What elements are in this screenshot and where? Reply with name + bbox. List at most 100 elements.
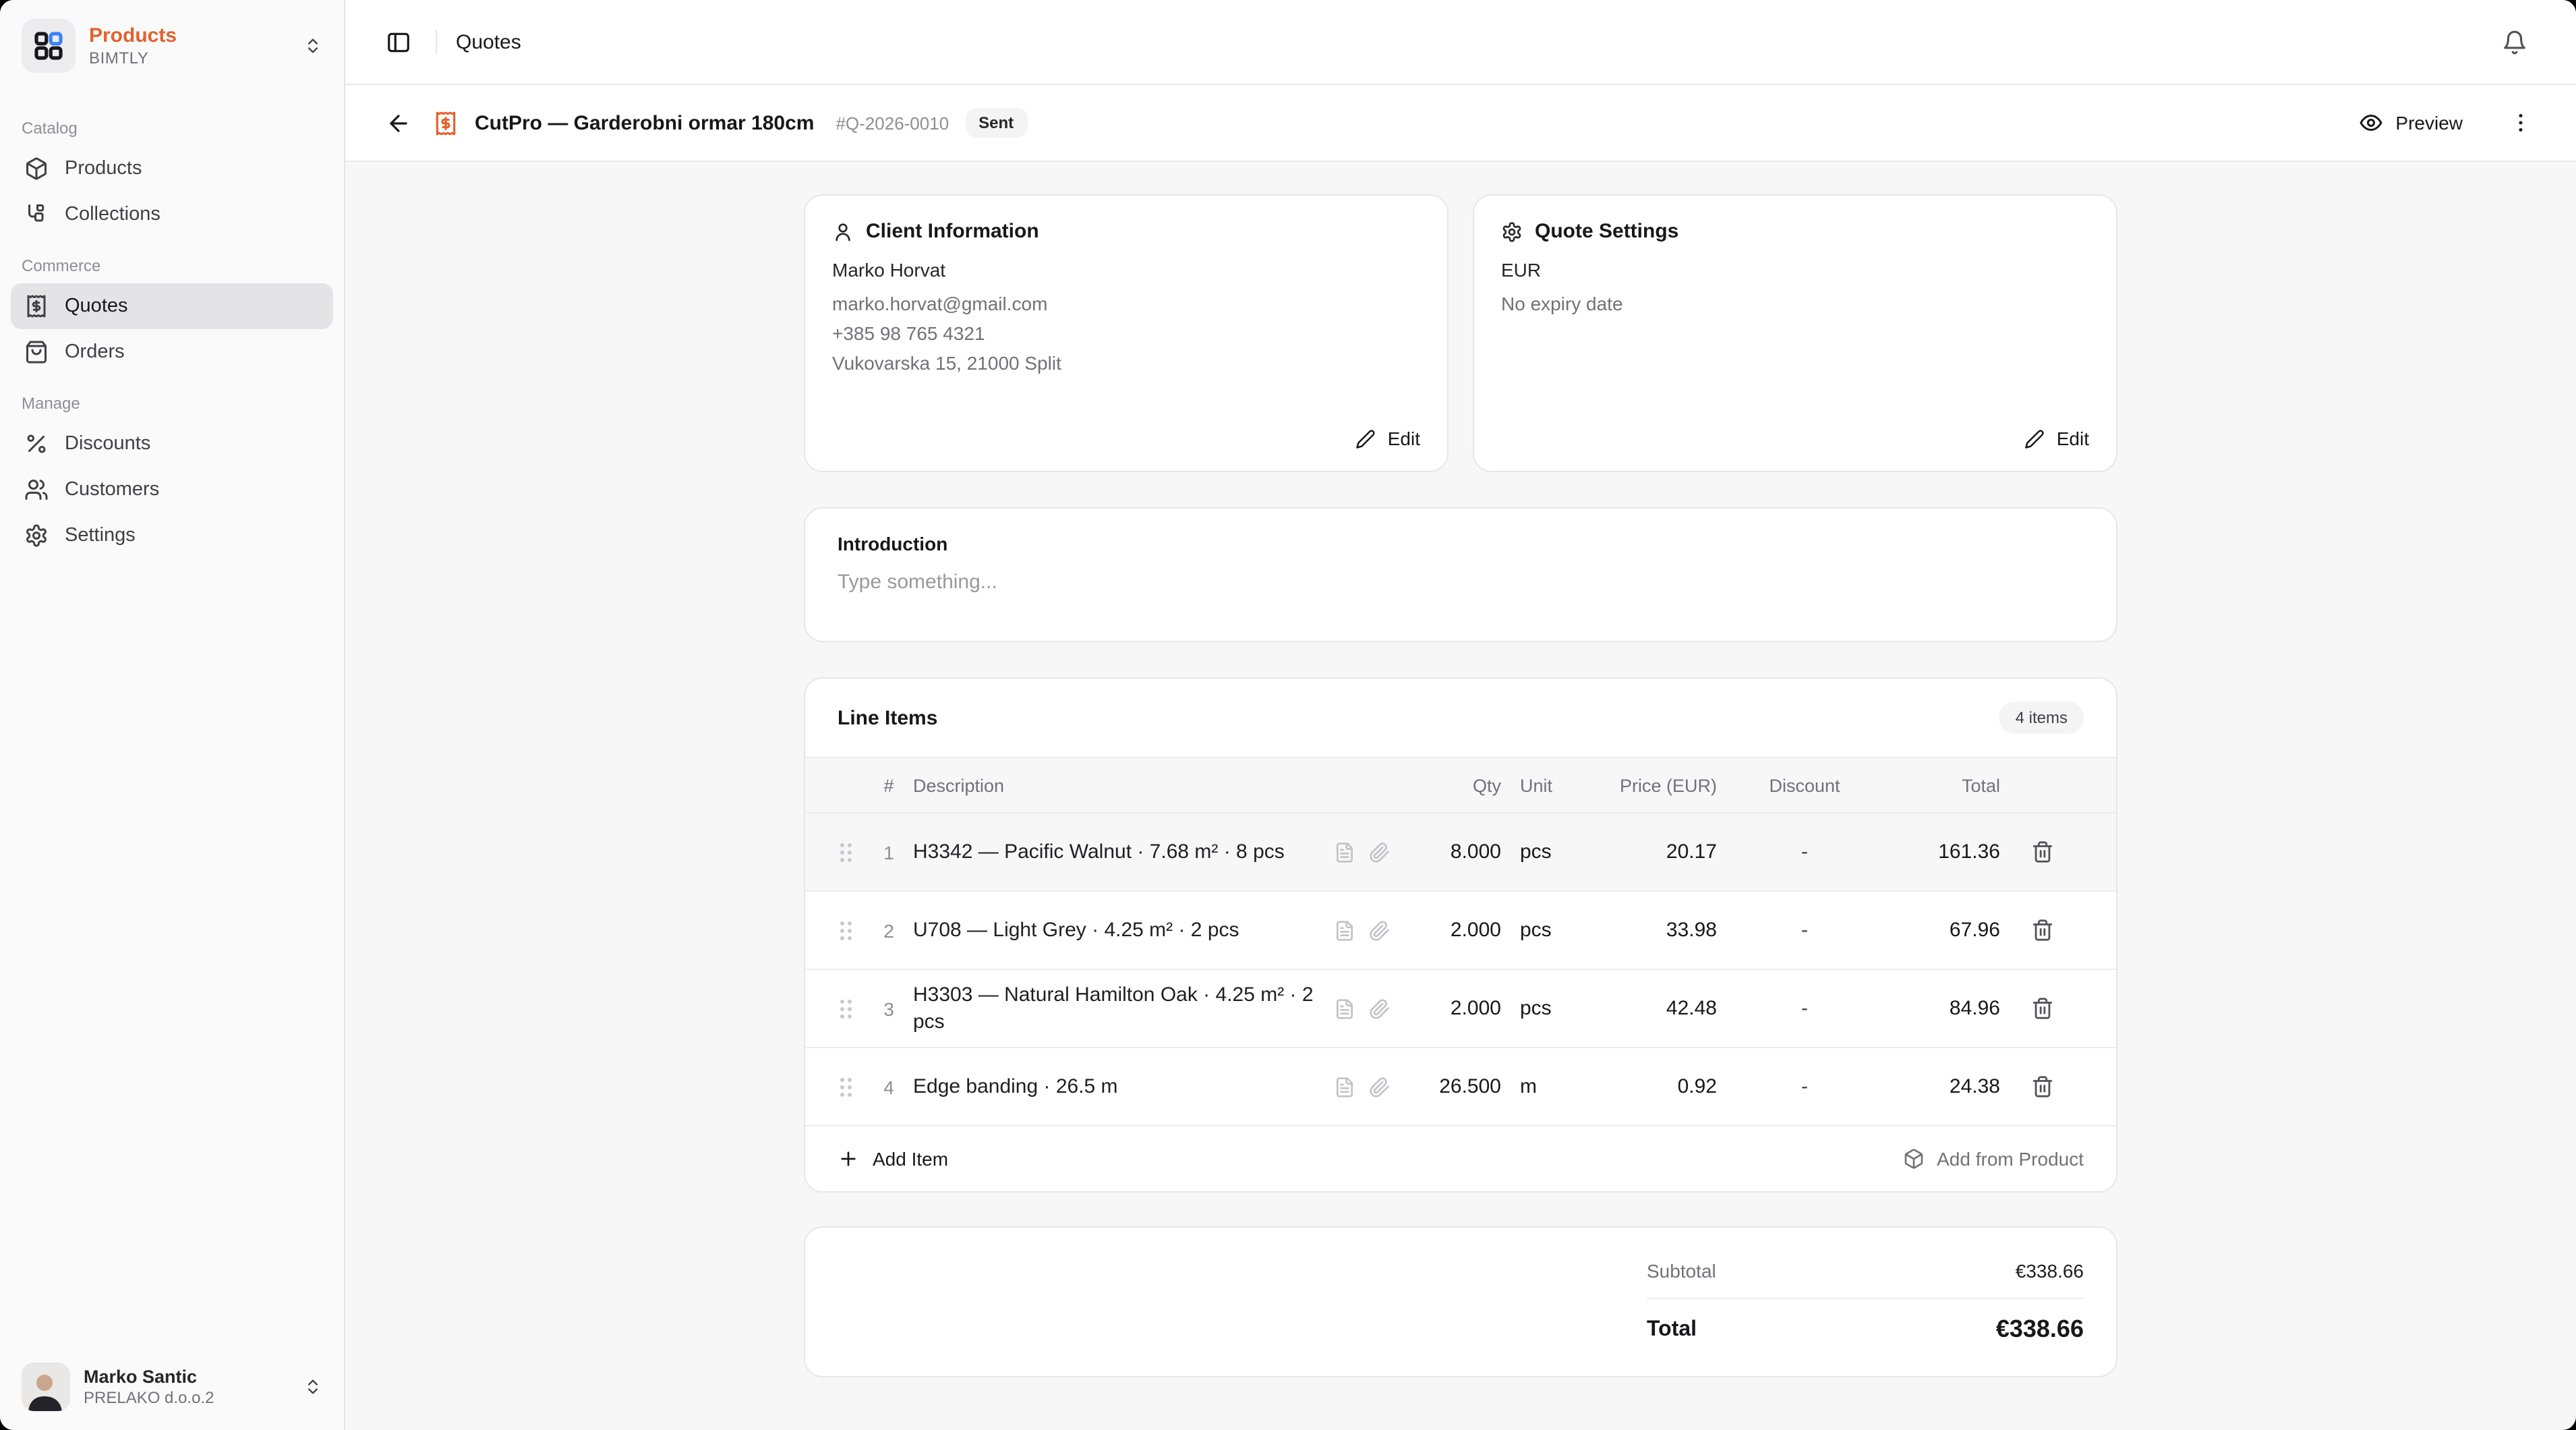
nav-section-label: Commerce	[11, 237, 333, 283]
topbar: Quotes	[345, 0, 2576, 85]
sidebar-item-products[interactable]: Products	[11, 146, 333, 192]
bell-icon[interactable]	[2496, 24, 2533, 60]
quote-number: #Q-2026-0010	[836, 113, 949, 133]
row-unit[interactable]: pcs	[1501, 840, 1582, 863]
row-description[interactable]: H3303 — Natural Hamilton Oak · 4.25 m² ·…	[913, 981, 1334, 1035]
totals-card: Subtotal €338.66 Total €338.66	[804, 1226, 2117, 1377]
drag-handle-icon[interactable]	[838, 840, 865, 864]
col-description: Description	[913, 775, 1334, 795]
add-item-button[interactable]: Add Item	[838, 1148, 948, 1170]
user-org: PRELAKO d.o.o.2	[84, 1388, 285, 1408]
line-items-body: 1 H3342 — Pacific Walnut · 7.68 m² · 8 p…	[805, 813, 2116, 1126]
total-label: Total	[1647, 1317, 1697, 1342]
kebab-menu-icon[interactable]	[2503, 105, 2538, 140]
row-qty[interactable]: 8.000	[1404, 840, 1501, 863]
users-icon	[24, 478, 49, 502]
content-scroll[interactable]: Client Information Marko Horvat marko.ho…	[345, 162, 2576, 1430]
package-icon	[24, 156, 49, 181]
paperclip-icon[interactable]	[1369, 998, 1391, 1019]
workspace-switcher[interactable]: Products BIMTLY	[0, 0, 344, 89]
row-unit[interactable]: pcs	[1501, 997, 1582, 1020]
trash-icon[interactable]	[2000, 840, 2084, 863]
row-qty[interactable]: 2.000	[1404, 919, 1501, 942]
eye-icon	[2359, 111, 2383, 135]
note-icon[interactable]	[1334, 1076, 1355, 1097]
table-row: 1 H3342 — Pacific Walnut · 7.68 m² · 8 p…	[805, 813, 2116, 892]
user-name: Marko Santic	[84, 1365, 285, 1388]
row-discount[interactable]: -	[1717, 919, 1892, 942]
introduction-editor[interactable]: Type something...	[838, 571, 2084, 594]
table-row: 3 H3303 — Natural Hamilton Oak · 4.25 m²…	[805, 970, 2116, 1048]
row-number: 2	[865, 919, 913, 941]
row-price[interactable]: 0.92	[1582, 1075, 1717, 1098]
line-items-card: Line Items 4 items # Description Qty Uni…	[804, 677, 2117, 1193]
row-number: 1	[865, 841, 913, 863]
subtotal-label: Subtotal	[1647, 1260, 1716, 1282]
note-icon[interactable]	[1334, 998, 1355, 1019]
trash-icon[interactable]	[2000, 919, 2084, 942]
sidebar-item-label: Settings	[65, 525, 136, 546]
sidebar-item-collections[interactable]: Collections	[11, 192, 333, 237]
client-phone: +385 98 765 4321	[832, 318, 1420, 348]
row-price[interactable]: 42.48	[1582, 997, 1717, 1020]
col-price: Price (EUR)	[1582, 775, 1717, 795]
drag-handle-icon[interactable]	[838, 1075, 865, 1099]
trash-icon[interactable]	[2000, 997, 2084, 1020]
row-unit[interactable]: pcs	[1501, 919, 1582, 942]
row-discount[interactable]: -	[1717, 997, 1892, 1020]
back-arrow-icon[interactable]	[380, 105, 417, 141]
sidebar-item-label: Products	[65, 158, 142, 179]
sidebar-toggle-icon[interactable]	[380, 24, 417, 60]
row-unit[interactable]: m	[1501, 1075, 1582, 1098]
paperclip-icon[interactable]	[1369, 919, 1391, 941]
sidebar-item-quotes[interactable]: Quotes	[11, 283, 333, 329]
sidebar: Products BIMTLY Catalog Products Collect…	[0, 0, 345, 1430]
gear-icon	[24, 523, 49, 548]
row-price[interactable]: 20.17	[1582, 840, 1717, 863]
preview-button[interactable]: Preview	[2348, 103, 2473, 143]
line-items-footer: Add Item Add from Product	[805, 1126, 2116, 1191]
row-total: 24.38	[1892, 1075, 2000, 1098]
chevrons-up-down-icon[interactable]	[298, 31, 328, 61]
add-item-label: Add Item	[873, 1148, 948, 1170]
drag-handle-icon[interactable]	[838, 918, 865, 942]
drag-handle-icon[interactable]	[838, 996, 865, 1021]
introduction-card: Introduction Type something...	[804, 507, 2117, 642]
app-name: Products	[89, 24, 285, 48]
card-title: Quote Settings	[1535, 220, 1678, 243]
trash-icon[interactable]	[2000, 1075, 2084, 1098]
row-description[interactable]: Edge banding · 26.5 m	[913, 1073, 1334, 1100]
note-icon[interactable]	[1334, 841, 1355, 863]
paperclip-icon[interactable]	[1369, 1076, 1391, 1097]
row-discount[interactable]: -	[1717, 840, 1892, 863]
row-total: 161.36	[1892, 840, 2000, 863]
add-from-product-button[interactable]: Add from Product	[1903, 1148, 2084, 1170]
row-price[interactable]: 33.98	[1582, 919, 1717, 942]
paperclip-icon[interactable]	[1369, 841, 1391, 863]
row-description[interactable]: H3342 — Pacific Walnut · 7.68 m² · 8 pcs	[913, 838, 1334, 865]
row-description[interactable]: U708 — Light Grey · 4.25 m² · 2 pcs	[913, 917, 1334, 944]
sidebar-item-discounts[interactable]: Discounts	[11, 421, 333, 467]
total-value: €338.66	[1996, 1315, 2084, 1344]
page-title: Quotes	[456, 30, 521, 53]
edit-client-button[interactable]: Edit	[1355, 428, 1420, 449]
row-qty[interactable]: 2.000	[1404, 997, 1501, 1020]
sidebar-item-settings[interactable]: Settings	[11, 513, 333, 559]
client-name: Marko Horvat	[832, 259, 1420, 281]
grid-logo-icon	[34, 31, 63, 61]
note-icon[interactable]	[1334, 919, 1355, 941]
edit-settings-button[interactable]: Edit	[2024, 428, 2089, 449]
card-title: Client Information	[866, 220, 1039, 243]
receipt-icon	[433, 110, 459, 136]
sidebar-item-customers[interactable]: Customers	[11, 467, 333, 513]
percent-icon	[24, 432, 49, 456]
sidebar-item-label: Collections	[65, 204, 160, 225]
sidebar-item-orders[interactable]: Orders	[11, 329, 333, 375]
col-unit: Unit	[1501, 775, 1582, 795]
table-row: 4 Edge banding · 26.5 m 26.500	[805, 1048, 2116, 1126]
row-discount[interactable]: -	[1717, 1075, 1892, 1098]
row-qty[interactable]: 26.500	[1404, 1075, 1501, 1098]
pencil-icon	[1355, 428, 1376, 449]
chevrons-up-down-icon[interactable]	[298, 1372, 328, 1402]
user-menu[interactable]: Marko Santic PRELAKO d.o.o.2	[0, 1346, 344, 1430]
